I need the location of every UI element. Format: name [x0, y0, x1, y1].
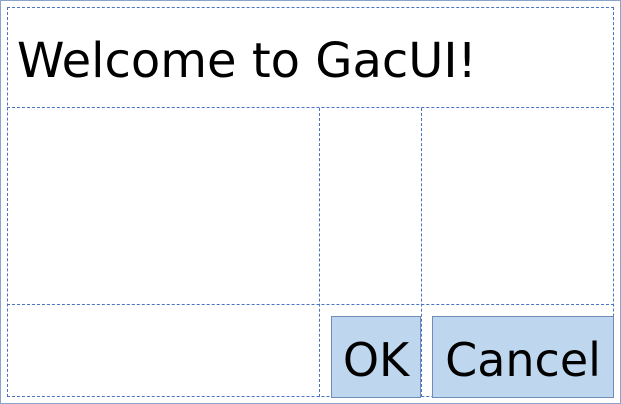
main-window: Welcome to GacUI! OK Cancel — [0, 0, 621, 404]
welcome-label: Welcome to GacUI! — [17, 33, 477, 89]
layout-column-divider-1 — [319, 108, 320, 397]
layout-row-divider-1 — [7, 107, 614, 108]
cancel-button[interactable]: Cancel — [432, 316, 614, 398]
ok-button[interactable]: OK — [331, 316, 421, 398]
layout-row-divider-2 — [7, 304, 614, 305]
layout-column-divider-2 — [421, 108, 422, 397]
